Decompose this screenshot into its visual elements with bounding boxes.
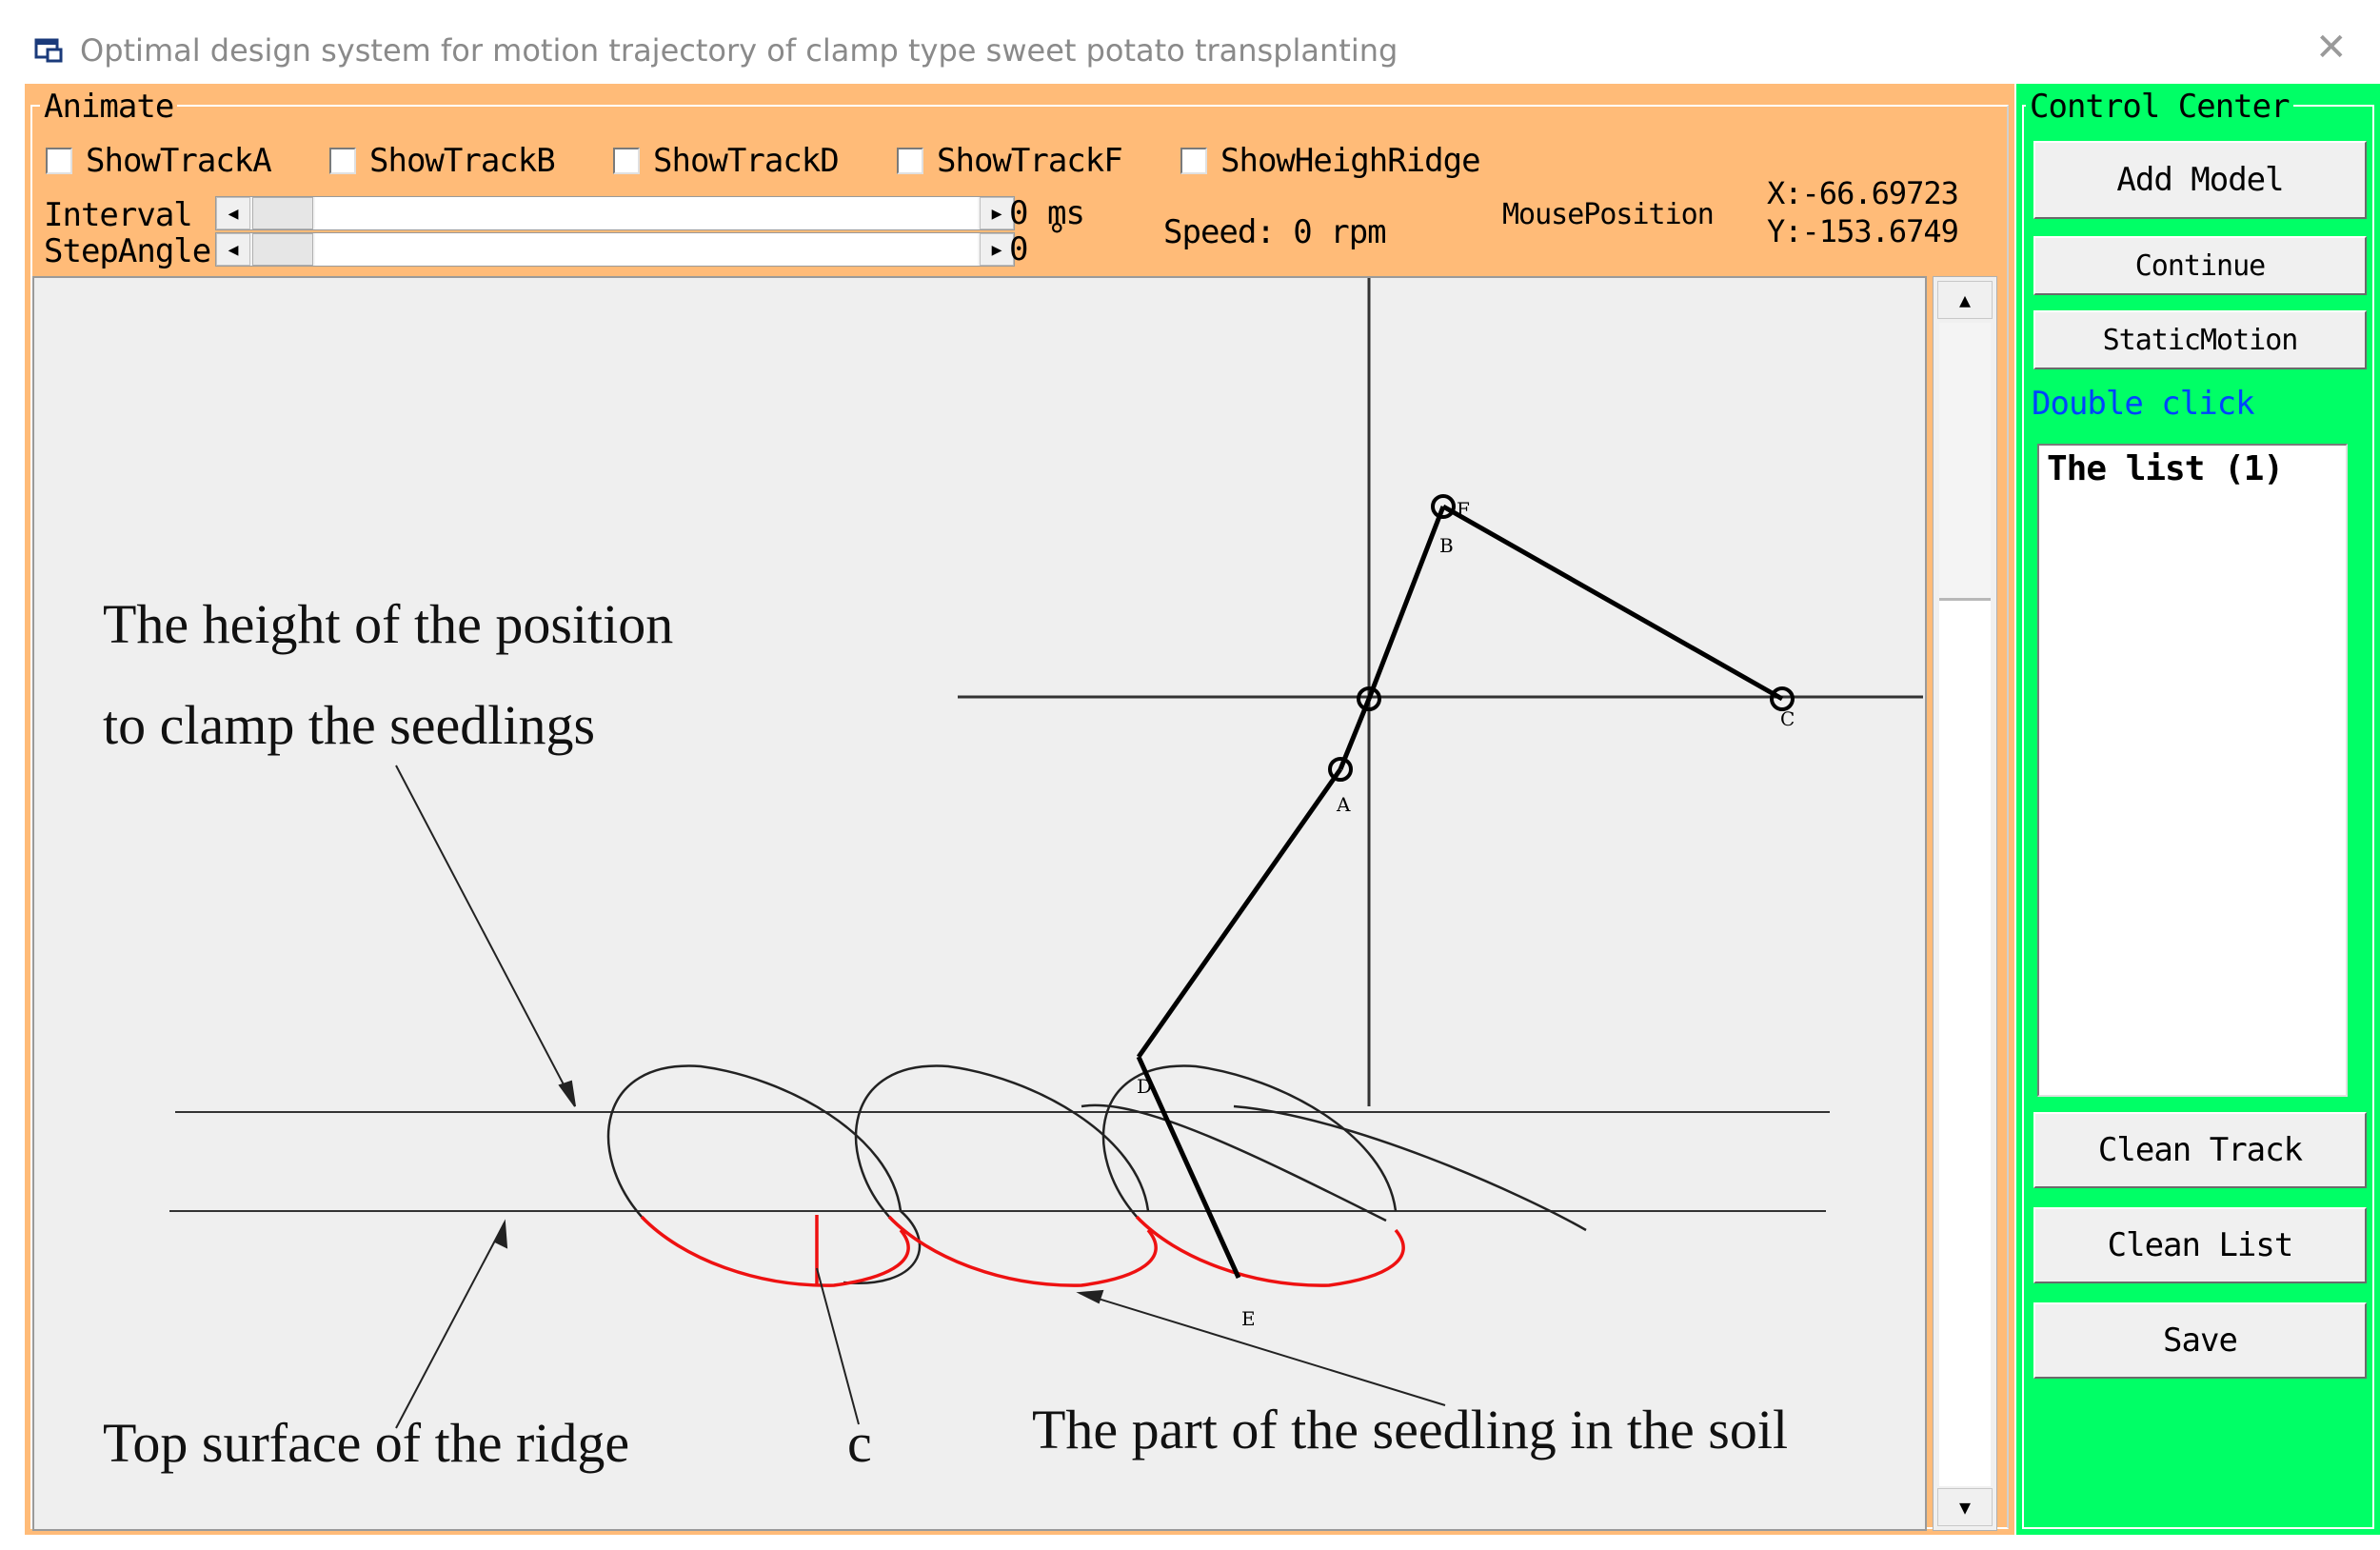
leader-c <box>816 1267 860 1425</box>
leader-arrowhead <box>558 1080 576 1107</box>
point-label-d: D <box>1137 1075 1152 1098</box>
link-a-d <box>1136 767 1343 1059</box>
slider-track[interactable] <box>315 233 978 266</box>
clean-track-button[interactable]: Clean Track <box>2033 1112 2367 1188</box>
joint-circles <box>1328 494 1795 782</box>
soil-curve-2 <box>887 1215 1158 1287</box>
add-model-button[interactable]: Add Model <box>2033 141 2367 219</box>
title-bar: Optimal design system for motion traject… <box>0 0 2380 84</box>
window-title: Optimal design system for motion traject… <box>80 32 1398 69</box>
scroll-left-arrow-icon[interactable]: ◀ <box>216 233 250 266</box>
scroll-up-arrow-icon[interactable]: ▲ <box>1937 281 1993 319</box>
slider-track[interactable] <box>315 197 978 229</box>
checkbox-label: ShowTrackD <box>653 142 840 180</box>
link-b-c <box>1441 504 1784 702</box>
close-icon[interactable]: ✕ <box>2315 29 2348 67</box>
trajectory-drawing: A B C D E F <box>169 278 1923 1429</box>
trajectory-canvas[interactable]: A B C D E F The height of the position t… <box>32 276 1927 1531</box>
leader-arrowhead <box>493 1219 508 1249</box>
double-click-hint: Double click <box>2032 385 2255 423</box>
model-list[interactable]: The list (1) <box>2037 444 2348 1097</box>
stepangle-value: 0 <box>1009 230 1029 268</box>
stepangle-slider[interactable]: ◀ ▶ <box>215 232 1015 267</box>
checkbox-show-track-f[interactable]: ShowTrackF <box>897 137 1123 185</box>
checkbox-box[interactable] <box>1180 148 1207 174</box>
app-window-icon <box>34 38 63 63</box>
checkbox-box[interactable] <box>329 148 356 174</box>
soil-curve-1 <box>640 1215 910 1287</box>
animate-group-label: Animate <box>40 88 178 126</box>
static-motion-button[interactable]: StaticMotion <box>2033 310 2367 369</box>
slider-thumb[interactable] <box>252 197 313 229</box>
scroll-down-arrow-icon[interactable]: ▼ <box>1937 1488 1993 1526</box>
trajectory-loops <box>606 1064 1587 1284</box>
point-label-b: B <box>1439 534 1454 557</box>
point-label-c: C <box>1780 707 1795 730</box>
annotation-clamp-height-line2: to clamp the seedlings <box>103 694 596 756</box>
checkbox-label: ShowHeighRidge <box>1220 142 1481 180</box>
mouse-x-readout: X:-66.69723 <box>1767 175 1959 211</box>
link-d-e <box>1136 1055 1241 1280</box>
soil-curve-3 <box>1135 1215 1405 1287</box>
annotation-clamp-height-line1: The height of the position <box>103 593 674 655</box>
checkbox-show-track-b[interactable]: ShowTrackB <box>329 137 556 185</box>
checkbox-box[interactable] <box>897 148 923 174</box>
annotation-c: c <box>847 1412 872 1474</box>
mouse-y-readout: Y:-153.6749 <box>1767 213 1959 249</box>
clean-list-button[interactable]: Clean List <box>2033 1207 2367 1283</box>
point-label-f: F <box>1457 498 1470 521</box>
leader-clamp-height <box>395 765 576 1107</box>
linkage-mechanism <box>1136 504 1784 1280</box>
checkbox-box[interactable] <box>613 148 640 174</box>
checkbox-show-track-a[interactable]: ShowTrackA <box>46 137 272 185</box>
speed-readout: Speed: 0 rpm <box>1163 213 1387 251</box>
interval-label: Interval <box>44 196 193 234</box>
trajectory-loop-1 <box>606 1064 922 1284</box>
control-group-label: Control Center <box>2026 88 2293 126</box>
link-o-b <box>1366 506 1446 700</box>
leader-arrowhead <box>1076 1289 1104 1304</box>
point-label-e: E <box>1241 1307 1256 1330</box>
annotation-leaders <box>395 765 1446 1429</box>
control-center-panel: Control Center Add Model Continue Static… <box>2016 84 2380 1535</box>
continue-button[interactable]: Continue <box>2033 236 2367 295</box>
stepangle-label: StepAngle <box>44 232 211 270</box>
soil-trajectory-parts <box>640 1215 1405 1287</box>
checkbox-box[interactable] <box>46 148 72 174</box>
leader-ridge-top <box>395 1222 506 1429</box>
canvas-vertical-scrollbar[interactable]: ▲ ▼ <box>1933 276 1997 1531</box>
slider-thumb[interactable] <box>252 233 313 266</box>
annotation-soil-part: The part of the seedling in the soil <box>1032 1399 1789 1461</box>
scrollbar-thumb[interactable] <box>1939 323 1991 601</box>
scroll-left-arrow-icon[interactable]: ◀ <box>216 197 250 229</box>
point-label-a: A <box>1336 793 1351 816</box>
interval-slider[interactable]: ◀ ▶ <box>215 196 1015 230</box>
joint-labels: A B C D E F <box>1137 498 1795 1330</box>
leader-soil-part <box>1079 1292 1446 1406</box>
list-item[interactable]: The list (1) <box>2047 449 2284 488</box>
checkbox-show-heigh-ridge[interactable]: ShowHeighRidge <box>1180 137 1481 185</box>
checkbox-label: ShowTrackB <box>369 142 556 180</box>
checkbox-show-track-d[interactable]: ShowTrackD <box>613 137 840 185</box>
checkbox-label: ShowTrackF <box>937 142 1123 180</box>
mouse-position-label: MousePosition <box>1502 198 1715 231</box>
checkbox-label: ShowTrackA <box>86 142 272 180</box>
interval-value: 0 <box>1009 194 1029 232</box>
annotation-ridge-top: Top surface of the ridge <box>103 1412 630 1474</box>
stepangle-unit: ° <box>1047 217 1067 255</box>
save-button[interactable]: Save <box>2033 1302 2367 1379</box>
